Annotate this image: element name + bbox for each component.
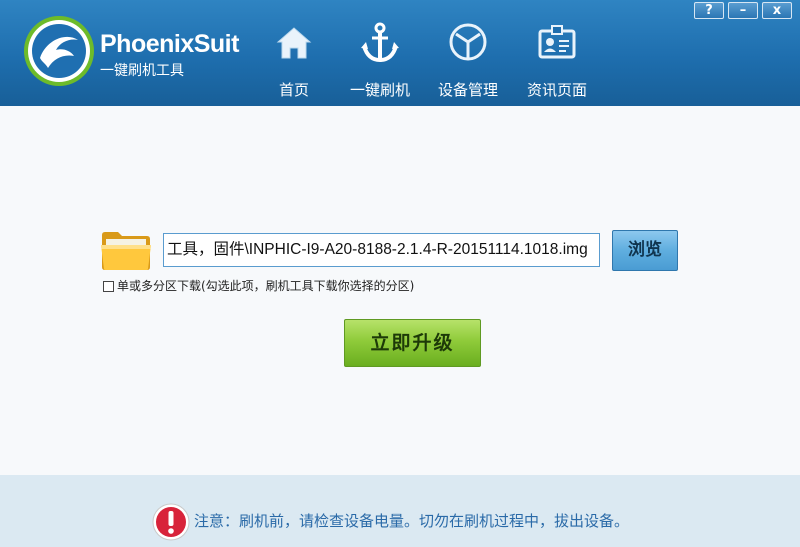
multi-partition-checkbox[interactable]	[103, 280, 114, 292]
brand-subtitle: 一键刷机工具	[100, 63, 184, 79]
home-icon	[276, 27, 312, 59]
id-card-icon	[538, 25, 576, 59]
multi-partition-label: 单或多分区下载(勾选此项，刷机工具下载你选择的分区)	[117, 279, 415, 293]
phoenix-logo-icon	[24, 16, 94, 86]
warning-text: 注意：刷机前，请检查设备电量。切勿在刷机过程中，拔出设备。	[194, 512, 630, 530]
upgrade-now-button[interactable]: 立即升级	[344, 319, 481, 367]
anchor-icon	[361, 22, 399, 63]
warning-icon	[152, 503, 190, 541]
window-controls: ? – x	[690, 2, 792, 20]
footer-bar	[0, 475, 800, 547]
browse-button[interactable]: 浏览	[612, 230, 678, 271]
nav-flash-label: 一键刷机	[349, 81, 410, 99]
nav-home[interactable]: 首页	[262, 0, 326, 106]
header-bar: PhoenixSuit 一键刷机工具 首页 一键刷机 设备管理 资讯页面 ? –…	[0, 0, 800, 106]
cube-icon	[449, 23, 487, 61]
firmware-path-input[interactable]: 工具，固件\INPHIC-I9-A20-8188-2.1.4-R-2015111…	[163, 233, 600, 267]
nav-home-label: 首页	[278, 81, 309, 99]
help-button[interactable]: ?	[694, 2, 724, 19]
folder-icon[interactable]	[100, 229, 152, 271]
brand-name: PhoenixSuit	[100, 30, 239, 58]
multi-partition-option: 单或多分区下载(勾选此项，刷机工具下载你选择的分区)	[103, 278, 414, 294]
nav-flash[interactable]: 一键刷机	[340, 0, 420, 106]
nav-news[interactable]: 资讯页面	[518, 0, 596, 106]
nav-device-manager[interactable]: 设备管理	[430, 0, 506, 106]
nav-device-label: 设备管理	[437, 81, 498, 99]
nav-news-label: 资讯页面	[526, 81, 587, 99]
close-button[interactable]: x	[762, 2, 792, 19]
minimize-button[interactable]: –	[728, 2, 758, 19]
